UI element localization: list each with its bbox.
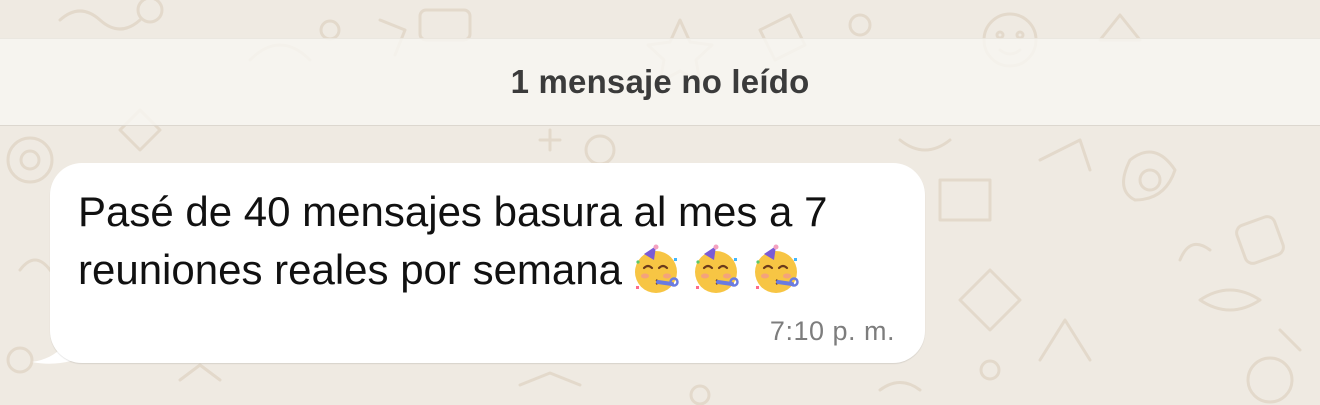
message-text: Pasé de 40 mensajes basura al mes a 7 re… — [78, 183, 898, 299]
unread-count-label: 1 mensaje no leído — [510, 63, 810, 100]
incoming-message-bubble[interactable]: Pasé de 40 mensajes basura al mes a 7 re… — [50, 163, 925, 363]
message-line-2: reuniones reales por semana — [78, 246, 622, 293]
partying-face-icon — [635, 244, 679, 293]
message-line-2-row: reuniones reales por semana — [78, 241, 898, 299]
partying-face-icon — [695, 244, 739, 293]
message-timestamp: 7:10 p. m. — [769, 316, 895, 346]
unread-messages-banner: 1 mensaje no leído — [0, 38, 1320, 126]
message-line-1: Pasé de 40 mensajes basura al mes a 7 — [78, 188, 828, 235]
partying-face-icon — [755, 244, 799, 293]
